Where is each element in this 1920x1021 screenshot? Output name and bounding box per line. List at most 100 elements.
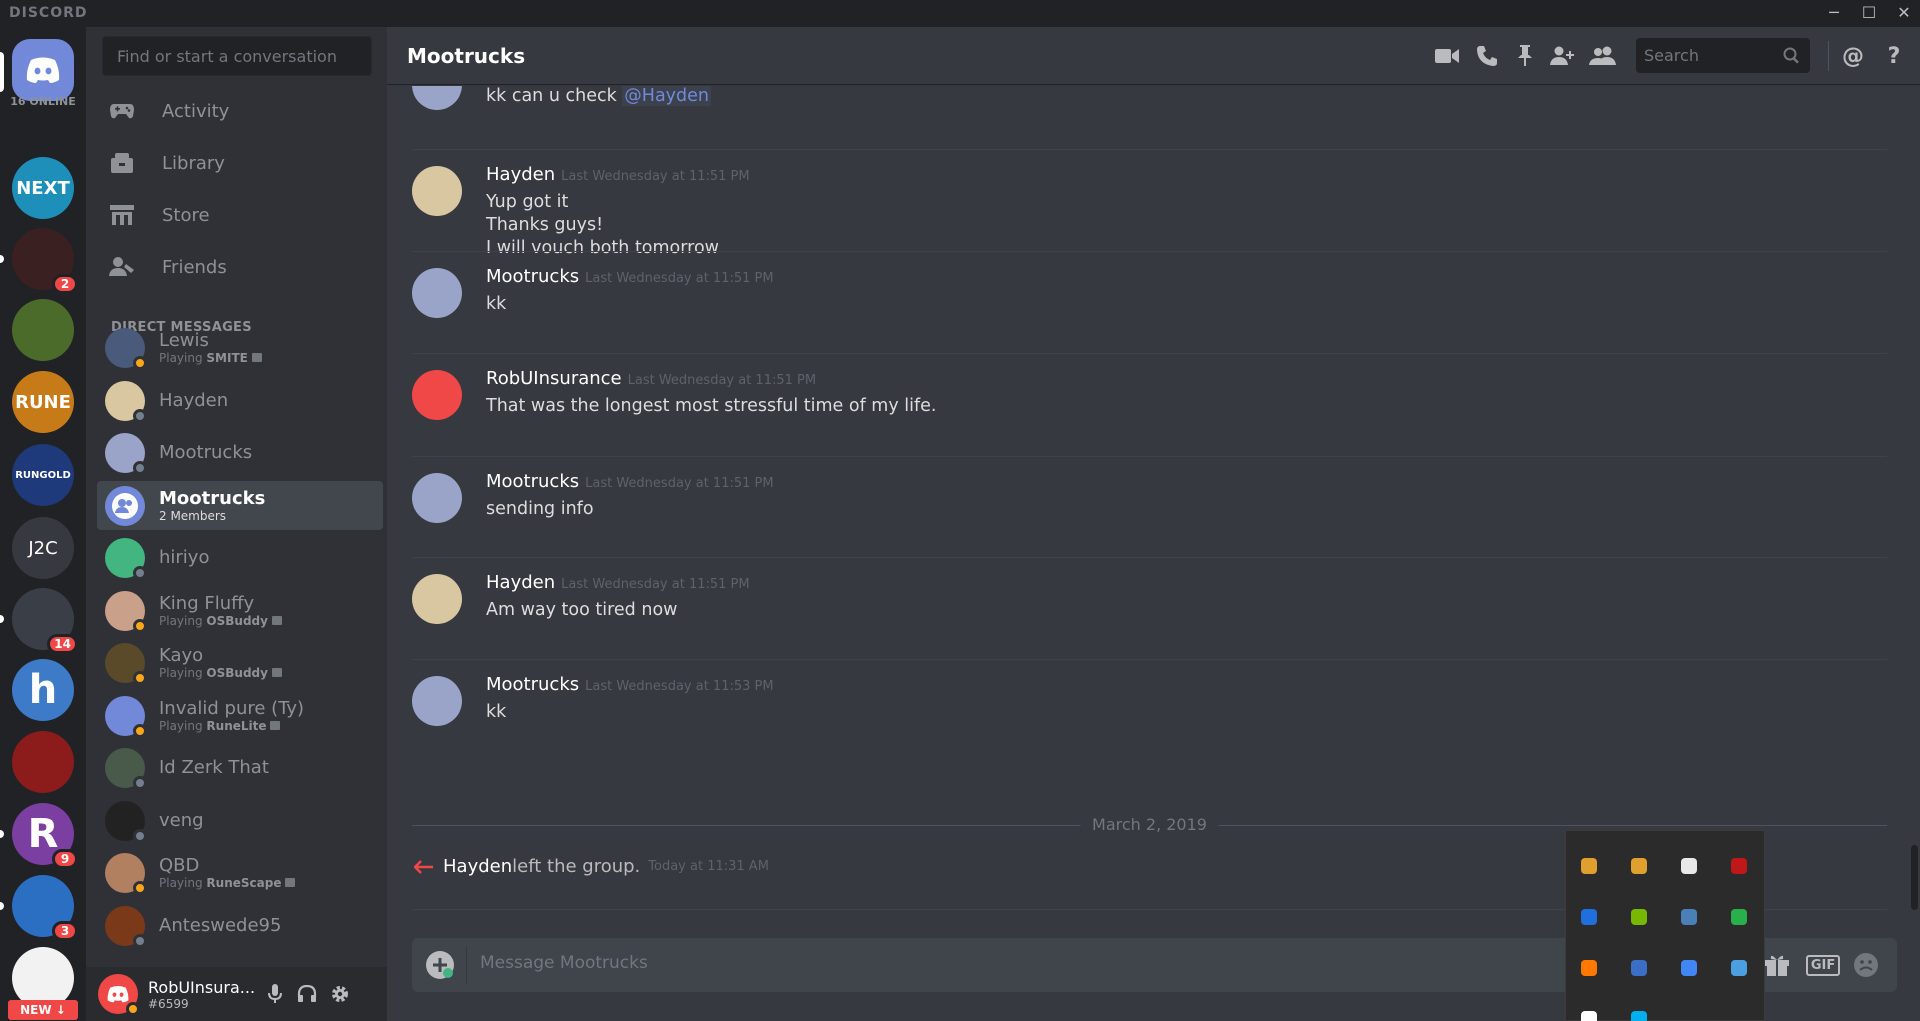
emoji-icon[interactable] <box>1851 951 1881 979</box>
voice-call-icon[interactable] <box>1473 42 1501 70</box>
message-avatar[interactable] <box>412 574 462 624</box>
pinned-messages-icon[interactable] <box>1511 42 1539 70</box>
nav-friends[interactable]: Friends <box>100 245 370 289</box>
server-icon-rungold[interactable]: RUNGOLD <box>12 444 74 506</box>
system-message-time: Today at 11:31 AM <box>648 859 769 874</box>
message-author[interactable]: Hayden <box>486 572 555 593</box>
dm-item[interactable]: King Fluffy Playing OSBuddy <box>97 586 383 635</box>
dots-app-icon[interactable] <box>1626 955 1652 981</box>
display-app-icon[interactable] <box>1726 955 1752 981</box>
maximize-button[interactable]: ☐ <box>1855 2 1883 24</box>
status-icon <box>133 723 147 738</box>
dm-item[interactable]: Kayo Playing OSBuddy <box>97 638 383 687</box>
app-name: DISCORD <box>9 5 88 21</box>
nav-label: Library <box>162 152 225 174</box>
upload-plus-icon[interactable] <box>426 951 454 979</box>
unread-indicator <box>0 902 4 910</box>
dm-name: veng <box>159 810 204 831</box>
message-group: Hayden Last Wednesday at 11:51 PM Am way t… <box>412 557 1887 658</box>
system-message: Hayden left the group. Today at 11:31 AM <box>414 856 769 877</box>
server-icon-j2c[interactable]: J2C <box>12 517 74 579</box>
dm-avatar <box>105 590 147 633</box>
runelite-icon-2[interactable] <box>1626 853 1652 879</box>
dm-item[interactable]: veng <box>97 796 383 845</box>
user-mention[interactable]: @Hayden <box>622 86 712 106</box>
message-avatar[interactable] <box>412 268 462 318</box>
message-avatar[interactable] <box>412 166 462 216</box>
discord-logo-icon <box>107 985 129 1003</box>
message-group: MootrucksLast Wednesday at 11:50 PMkk ca… <box>412 86 1887 145</box>
nav-activity[interactable]: Activity <box>100 89 370 133</box>
user-avatar[interactable] <box>98 974 140 1016</box>
nav-library[interactable]: Library <box>100 141 370 185</box>
message-header: Mootrucks Last Wednesday at 11:51 PM <box>486 471 774 492</box>
dm-item[interactable]: Anteswede95 <box>97 901 383 950</box>
microphone-icon[interactable] <box>262 981 288 1007</box>
discord-icon[interactable] <box>1576 1006 1602 1021</box>
message-avatar[interactable] <box>412 86 462 110</box>
message-author[interactable]: RobUInsurance <box>486 368 622 389</box>
gift-icon[interactable] <box>1762 951 1792 979</box>
message-author[interactable]: Mootrucks <box>486 266 579 287</box>
dm-name: Mootrucks <box>159 442 253 463</box>
dm-item[interactable]: Invalid pure (Ty) Playing RuneLite <box>97 691 383 740</box>
avast-icon[interactable] <box>1576 955 1602 981</box>
skype-icon[interactable] <box>1626 1006 1652 1021</box>
nvidia-icon[interactable] <box>1626 904 1652 930</box>
dm-item[interactable]: hiriyo <box>97 533 383 582</box>
runelite-icon[interactable] <box>1576 853 1602 879</box>
message-avatar[interactable] <box>412 473 462 523</box>
server-icon-r-server[interactable]: R9 <box>0 803 78 869</box>
server-icon-red-emblem[interactable] <box>12 731 74 793</box>
message-avatar[interactable] <box>412 676 462 726</box>
rich-presence-icon <box>251 352 262 362</box>
message-author[interactable]: Hayden <box>486 164 555 185</box>
steam-icon[interactable] <box>1676 904 1702 930</box>
home-button[interactable] <box>12 39 74 101</box>
online-count: 16 ONLINE <box>10 95 76 108</box>
add-friend-to-dm-icon[interactable] <box>1549 42 1577 70</box>
help-icon[interactable]: ? <box>1880 42 1908 70</box>
message-input[interactable]: Message Mootrucks <box>480 953 648 973</box>
dm-avatar <box>105 432 147 475</box>
message-avatar[interactable] <box>412 370 462 420</box>
bluetooth-icon[interactable] <box>1576 904 1602 930</box>
server-icon-rune-treasure[interactable]: RUNE <box>12 371 74 433</box>
store-icon <box>108 201 136 229</box>
close-button[interactable]: ✕ <box>1890 2 1918 24</box>
dm-item[interactable]: Mootrucks <box>97 428 383 477</box>
minimize-button[interactable]: ─ <box>1820 2 1848 24</box>
member-list-icon[interactable] <box>1589 42 1617 70</box>
server-icon-h-server[interactable]: h <box>12 659 74 721</box>
server-icon-resilience[interactable]: 2 <box>0 228 78 294</box>
message-author[interactable]: Mootrucks <box>486 674 579 695</box>
server-icon-green-server[interactable] <box>12 299 74 361</box>
new-updates-button[interactable]: NEW ↓ <box>8 1000 78 1020</box>
conversation-search-input[interactable]: Find or start a conversation <box>102 36 372 76</box>
gif-button[interactable]: GIF <box>1805 951 1841 979</box>
message-text: Thanks guys! <box>486 215 604 235</box>
shield-app-icon[interactable] <box>1726 904 1752 930</box>
headphones-icon[interactable] <box>294 981 320 1007</box>
nav-store[interactable]: Store <box>100 193 370 237</box>
video-call-icon[interactable] <box>1433 42 1461 70</box>
settings-gear-icon[interactable] <box>327 981 353 1007</box>
scrollbar-thumb[interactable] <box>1911 845 1918 910</box>
message-search-input[interactable]: Search <box>1636 38 1810 73</box>
dm-item[interactable]: Hayden <box>97 376 383 425</box>
dm-item[interactable]: QBD Playing RuneScape <box>97 848 383 897</box>
mentions-icon[interactable]: @ <box>1839 42 1867 70</box>
chrome-icon[interactable] <box>1676 955 1702 981</box>
dm-item-group-selected[interactable]: Mootrucks 2 Members <box>97 481 383 530</box>
message-timestamp: Last Wednesday at 11:53 PM <box>585 679 774 694</box>
server-icon-next-level[interactable]: NEXT <box>12 157 74 219</box>
system-tray-overflow <box>1565 830 1765 1021</box>
server-icon-arrow-server[interactable]: 14 <box>0 588 78 654</box>
system-message-user[interactable]: Hayden <box>443 856 512 877</box>
grammarly-icon[interactable] <box>1676 853 1702 879</box>
message-author[interactable]: Mootrucks <box>486 471 579 492</box>
dm-item[interactable]: Lewis Playing SMITE <box>97 323 383 372</box>
dm-item[interactable]: Id Zerk That <box>97 743 383 792</box>
server-icon-paw-server[interactable]: 3 <box>0 875 78 941</box>
mcafee-icon[interactable] <box>1726 853 1752 879</box>
